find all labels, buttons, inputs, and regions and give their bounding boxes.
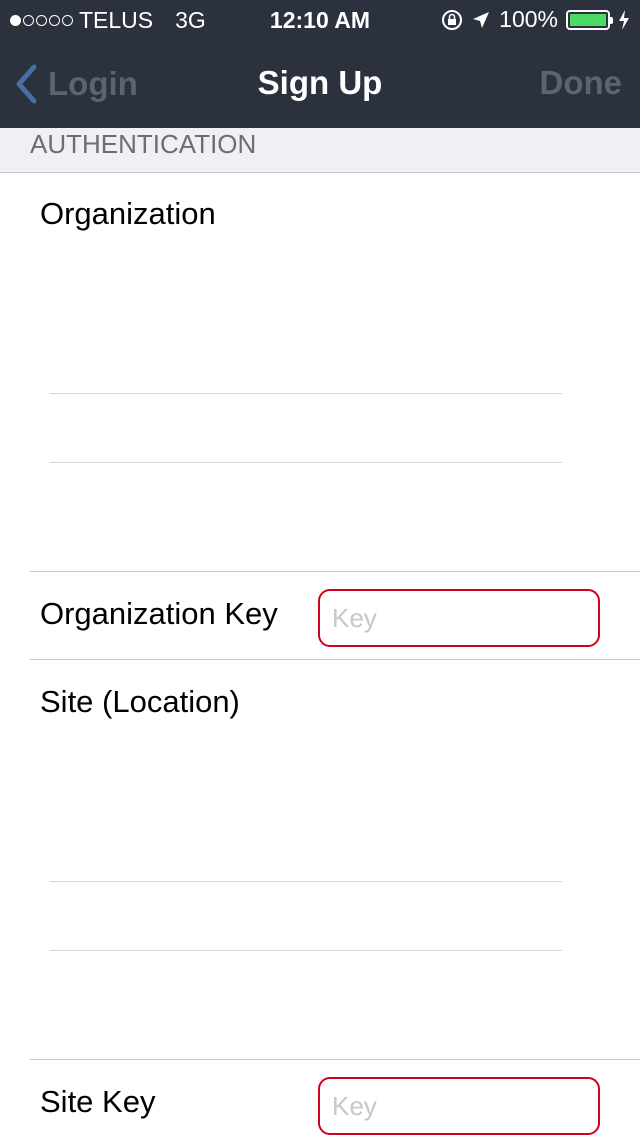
location-arrow-icon — [473, 11, 490, 28]
organization-key-label: Organization Key — [40, 596, 278, 631]
picker-selection-line-bottom — [50, 462, 562, 463]
section-header-label: AUTHENTICATION — [30, 129, 257, 159]
site-key-label: Site Key — [40, 1084, 156, 1119]
rotation-lock-icon — [442, 9, 463, 30]
organization-picker[interactable] — [0, 240, 640, 570]
section-header-authentication: AUTHENTICATION — [0, 128, 640, 173]
separator — [30, 659, 640, 660]
organization-label: Organization — [40, 196, 216, 231]
site-picker[interactable] — [0, 728, 640, 1058]
charging-bolt-icon — [619, 9, 629, 30]
done-button[interactable]: Done — [540, 64, 623, 102]
battery-percent: 100% — [499, 6, 558, 32]
separator — [30, 571, 640, 572]
separator — [30, 1059, 640, 1060]
organization-key-input[interactable] — [318, 589, 600, 647]
navigation-bar: Login Sign Up Done — [0, 40, 640, 128]
picker-selection-line-top — [50, 881, 562, 882]
battery-icon — [566, 9, 613, 30]
site-label: Site (Location) — [40, 684, 240, 719]
picker-selection-line-top — [50, 393, 562, 394]
site-key-input[interactable] — [318, 1077, 600, 1135]
picker-selection-line-bottom — [50, 950, 562, 951]
battery-level-fill — [570, 13, 606, 26]
status-right: 100% — [441, 6, 630, 33]
status-bar: TELUS 3G 12:10 AM 100% — [0, 0, 640, 40]
